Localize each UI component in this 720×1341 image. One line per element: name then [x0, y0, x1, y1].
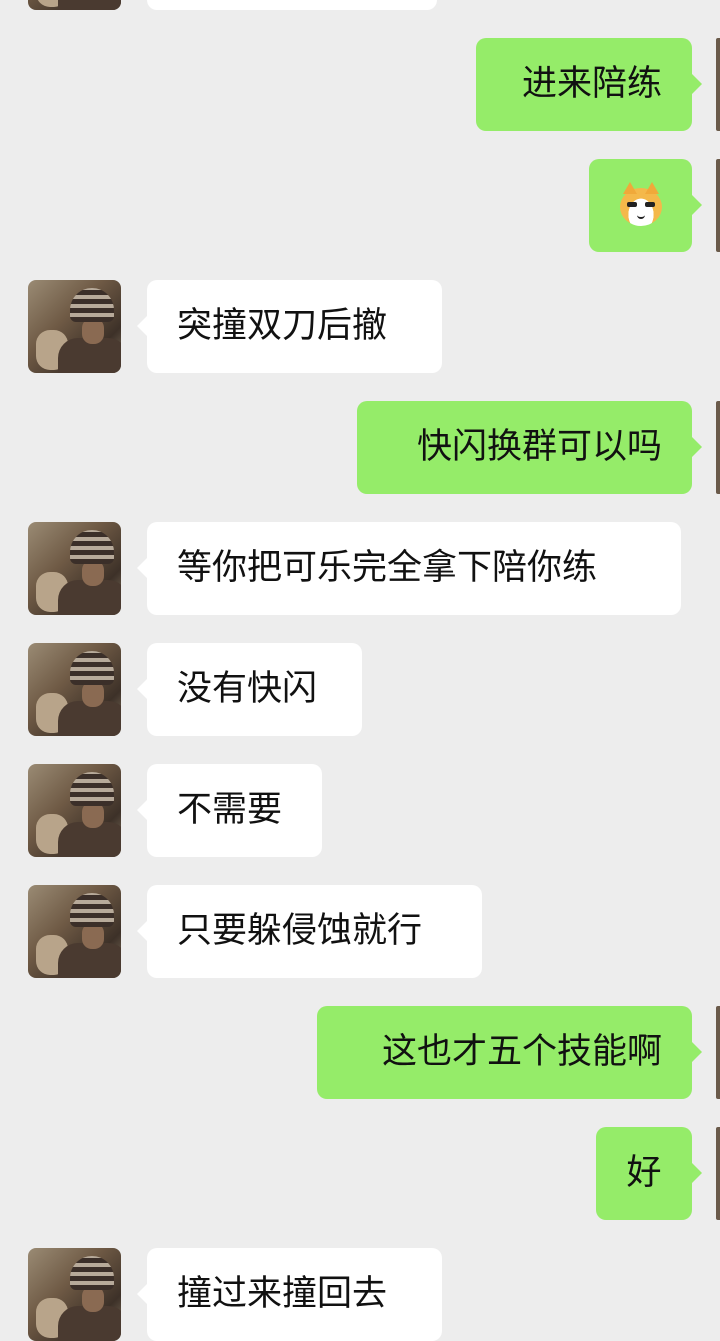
message-bubble-incoming[interactable]: 突撞双刀后撤 [137, 280, 442, 373]
message-text: 这也才五个技能啊 [381, 1032, 662, 1072]
message-text: 不需要 [177, 790, 283, 830]
my-avatar[interactable] [716, 38, 720, 131]
message-bubble-incoming[interactable]: 只要躲侵蚀就行 [137, 885, 482, 978]
my-avatar[interactable] [716, 401, 720, 494]
message-bubble-outgoing[interactable]: 进来陪练 [476, 38, 702, 131]
message-bubble-incoming[interactable]: 等你把可乐完全拿下陪你练 [137, 522, 681, 615]
contact-avatar[interactable] [28, 885, 121, 978]
contact-avatar[interactable] [28, 764, 121, 857]
my-avatar[interactable] [716, 1006, 720, 1099]
shiba-dog-face-emoji-icon [619, 181, 662, 226]
message-bubble-outgoing[interactable] [589, 159, 702, 252]
contact-avatar[interactable] [28, 1248, 121, 1341]
message-text: 快闪换群可以吗 [416, 427, 662, 467]
message-text: 撞过来撞回去 [177, 1274, 388, 1314]
contact-avatar[interactable] [28, 280, 121, 373]
message-text: 等你把可乐完全拿下陪你练 [177, 548, 598, 588]
message-text: 好 [626, 1153, 662, 1193]
message-bubble-outgoing[interactable]: 快闪换群可以吗 [357, 401, 702, 494]
message-text: 突撞双刀后撤 [177, 306, 388, 346]
chat-message-list[interactable]: 进来陪练 突撞双刀后撤 快闪换群可以吗 等你把可乐完全拿下陪你练 没有快闪 不需… [0, 0, 720, 1341]
message-bubble-outgoing[interactable]: 好 [596, 1127, 702, 1220]
message-bubble-incoming[interactable] [147, 0, 437, 10]
message-bubble-outgoing[interactable]: 这也才五个技能啊 [317, 1006, 702, 1099]
my-avatar[interactable] [716, 1127, 720, 1220]
message-text: 没有快闪 [177, 669, 318, 709]
contact-avatar[interactable] [28, 522, 121, 615]
message-text: 进来陪练 [521, 64, 662, 104]
message-bubble-incoming[interactable]: 不需要 [137, 764, 322, 857]
message-text: 只要躲侵蚀就行 [177, 911, 423, 951]
my-avatar[interactable] [716, 159, 720, 252]
contact-avatar[interactable] [28, 643, 121, 736]
message-bubble-incoming[interactable]: 没有快闪 [137, 643, 362, 736]
contact-avatar[interactable] [28, 0, 121, 10]
message-bubble-incoming[interactable]: 撞过来撞回去 [137, 1248, 442, 1341]
